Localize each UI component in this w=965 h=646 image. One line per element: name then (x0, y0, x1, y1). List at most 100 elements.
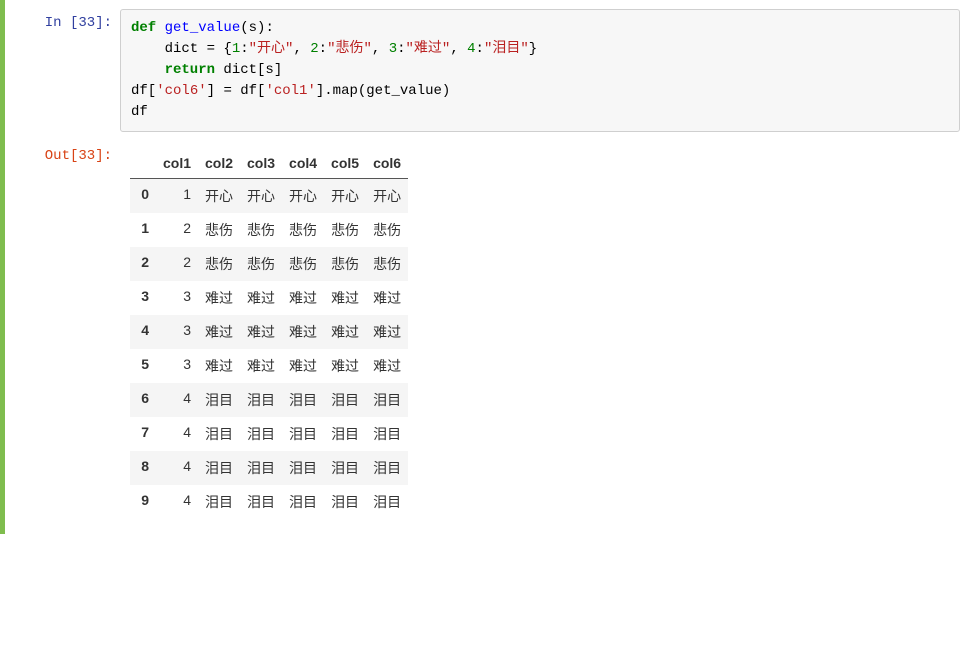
cell: 难过 (198, 349, 240, 383)
cell: 泪目 (282, 417, 324, 451)
table-body: 01开心开心开心开心开心 12悲伤悲伤悲伤悲伤悲伤 22悲伤悲伤悲伤悲伤悲伤 3… (130, 179, 408, 520)
cell: 泪目 (282, 485, 324, 519)
cell: 悲伤 (198, 247, 240, 281)
table-row: 84泪目泪目泪目泪目泪目 (130, 451, 408, 485)
colon3: : (397, 41, 405, 57)
header-col3: col3 (240, 148, 282, 179)
cell: 悲伤 (366, 213, 408, 247)
colon4: : (476, 41, 484, 57)
cell: 难过 (366, 349, 408, 383)
row-idx: 1 (130, 213, 156, 247)
cell: 悲伤 (282, 213, 324, 247)
output-prompt: Out[33]: (5, 142, 120, 525)
table-row: 94泪目泪目泪目泪目泪目 (130, 485, 408, 519)
cell: 悲伤 (366, 247, 408, 281)
line4-mid: ] = df[ (207, 83, 266, 99)
header-col6: col6 (366, 148, 408, 179)
keyword-def: def (131, 20, 156, 36)
dict-assign: dict = { (131, 41, 232, 57)
input-cell: In [33]: def get_value(s): dict = {1:"开心… (5, 4, 965, 137)
cell: 泪目 (282, 451, 324, 485)
cell: 1 (156, 179, 198, 214)
cell: 泪目 (198, 383, 240, 417)
table-row: 53难过难过难过难过难过 (130, 349, 408, 383)
cell: 泪目 (366, 451, 408, 485)
cell: 悲伤 (324, 213, 366, 247)
cell: 泪目 (240, 451, 282, 485)
cell: 难过 (198, 281, 240, 315)
code-input-area[interactable]: def get_value(s): dict = {1:"开心", 2:"悲伤"… (120, 9, 960, 132)
cell: 难过 (366, 315, 408, 349)
cell: 难过 (282, 349, 324, 383)
table-row: 64泪目泪目泪目泪目泪目 (130, 383, 408, 417)
cell: 4 (156, 417, 198, 451)
str-col6: 'col6' (156, 83, 206, 99)
header-index (130, 148, 156, 179)
cell: 难过 (324, 281, 366, 315)
cell: 难过 (324, 315, 366, 349)
row-idx: 7 (130, 417, 156, 451)
row-idx: 9 (130, 485, 156, 519)
cell: 2 (156, 213, 198, 247)
output-area: col1 col2 col3 col4 col5 col6 01开心开心开心开心… (120, 142, 960, 525)
cell: 悲伤 (324, 247, 366, 281)
cell: 开心 (366, 179, 408, 214)
cell: 泪目 (324, 485, 366, 519)
colon2: : (319, 41, 327, 57)
row-idx: 8 (130, 451, 156, 485)
cell: 泪目 (198, 485, 240, 519)
sep3: , (450, 41, 467, 57)
cell: 泪目 (324, 417, 366, 451)
table-row: 22悲伤悲伤悲伤悲伤悲伤 (130, 247, 408, 281)
cell: 难过 (282, 315, 324, 349)
str-nanguo: "难过" (406, 41, 451, 57)
cell: 悲伤 (240, 247, 282, 281)
cell: 4 (156, 383, 198, 417)
str-beishang: "悲伤" (327, 41, 372, 57)
func-name: get_value (156, 20, 240, 36)
cell: 4 (156, 451, 198, 485)
num-2: 2 (310, 41, 318, 57)
colon1: : (240, 41, 248, 57)
header-col4: col4 (282, 148, 324, 179)
row-idx: 6 (130, 383, 156, 417)
table-row: 12悲伤悲伤悲伤悲伤悲伤 (130, 213, 408, 247)
table-row: 33难过难过难过难过难过 (130, 281, 408, 315)
keyword-return: return (131, 62, 215, 78)
header-col1: col1 (156, 148, 198, 179)
header-col5: col5 (324, 148, 366, 179)
cell: 难过 (240, 315, 282, 349)
line4-tail: ].map(get_value) (316, 83, 450, 99)
cell: 泪目 (366, 417, 408, 451)
cell: 难过 (366, 281, 408, 315)
table-row: 01开心开心开心开心开心 (130, 179, 408, 214)
colon: : (265, 20, 273, 36)
cell: 泪目 (240, 417, 282, 451)
cell: 悲伤 (198, 213, 240, 247)
row-idx: 0 (130, 179, 156, 214)
cell: 泪目 (282, 383, 324, 417)
cell: 难过 (282, 281, 324, 315)
cell: 泪目 (324, 383, 366, 417)
table-row: 43难过难过难过难过难过 (130, 315, 408, 349)
cell: 泪目 (240, 485, 282, 519)
cell: 3 (156, 349, 198, 383)
cell: 难过 (240, 349, 282, 383)
cell: 泪目 (240, 383, 282, 417)
arg-s: s (249, 20, 257, 36)
row-idx: 3 (130, 281, 156, 315)
brace-close: } (529, 41, 537, 57)
cell: 3 (156, 315, 198, 349)
num-4: 4 (467, 41, 475, 57)
cell: 开心 (240, 179, 282, 214)
cell: 泪目 (366, 383, 408, 417)
paren-open: ( (240, 20, 248, 36)
row-idx: 5 (130, 349, 156, 383)
str-col1: 'col1' (265, 83, 315, 99)
cell: 开心 (198, 179, 240, 214)
cell: 悲伤 (282, 247, 324, 281)
row-idx: 4 (130, 315, 156, 349)
dataframe-table: col1 col2 col3 col4 col5 col6 01开心开心开心开心… (130, 148, 408, 519)
num-3: 3 (389, 41, 397, 57)
cell: 难过 (198, 315, 240, 349)
